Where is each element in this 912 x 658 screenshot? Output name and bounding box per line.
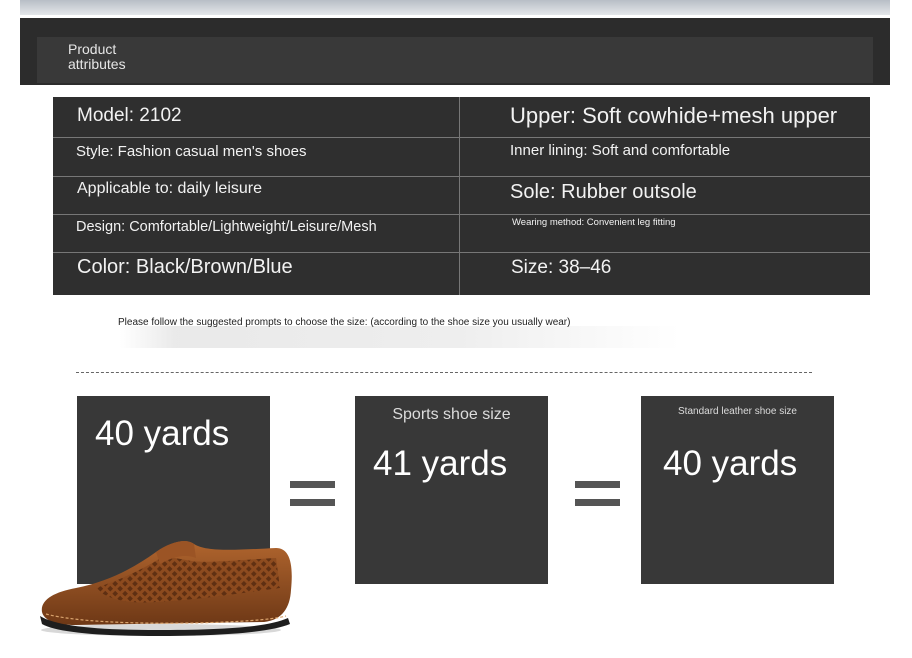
attributes-table: Model: 2102 Upper: Soft cowhide+mesh upp… — [53, 97, 870, 295]
your-size-value: 40 yards — [95, 414, 230, 453]
attr-color: Color: Black/Brown/Blue — [77, 256, 293, 278]
leather-size-caption: Standard leather shoe size — [678, 406, 797, 417]
leather-size-box: Standard leather shoe size 40 yards — [641, 396, 834, 584]
attr-upper: Upper: Soft cowhide+mesh upper — [510, 103, 838, 128]
attr-inner-lining: Inner lining: Soft and comfortable — [510, 142, 731, 159]
top-banner-strip — [20, 0, 890, 15]
section-title-line2: attributes — [68, 56, 126, 72]
attr-design: Design: Comfortable/Lightweight/Leisure/… — [76, 219, 377, 235]
equals-icon — [575, 481, 620, 506]
section-title-line1: Product — [68, 41, 117, 57]
attr-style: Style: Fashion casual men's shoes — [76, 143, 307, 160]
dashed-divider — [76, 372, 812, 373]
attr-wearing-method: Wearing method: Convenient leg fitting — [512, 217, 676, 228]
table-divider — [53, 252, 870, 253]
attr-sole: Sole: Rubber outsole — [510, 181, 697, 203]
sports-size-value: 41 yards — [373, 444, 508, 483]
table-divider — [53, 137, 870, 138]
leather-size-value: 40 yards — [663, 444, 798, 483]
attr-model: Model: 2102 — [77, 105, 182, 126]
attr-applicable: Applicable to: daily leisure — [77, 180, 262, 197]
section-title: Product attributes — [68, 42, 188, 72]
shoe-image — [40, 541, 292, 636]
equals-icon — [290, 481, 335, 506]
table-column-divider — [459, 97, 460, 295]
faded-text-bar — [120, 326, 680, 348]
sports-size-caption: Sports shoe size — [392, 406, 511, 423]
size-instruction: Please follow the suggested prompts to c… — [118, 317, 571, 328]
table-divider — [53, 214, 870, 215]
sports-size-box: Sports shoe size 41 yards — [355, 396, 548, 584]
table-divider — [53, 176, 870, 177]
attr-size: Size: 38–46 — [511, 257, 612, 278]
